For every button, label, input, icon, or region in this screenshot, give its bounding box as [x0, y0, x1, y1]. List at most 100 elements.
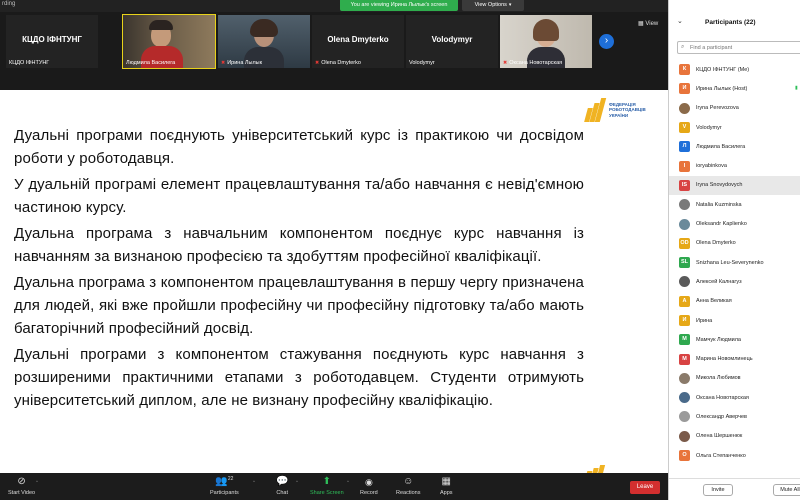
participant-avatar: И: [679, 83, 690, 95]
view-toggle[interactable]: ▦ View: [638, 20, 658, 27]
share-screen-button[interactable]: ⬆ Share Screen: [310, 476, 344, 496]
meeting-toolbar: ⊘ Start Video ^ 👥22 Participants ^ 💬 Chat ^…: [0, 473, 668, 500]
participant-name: ioryabinkova: [696, 163, 727, 170]
participant-name: Olena Dmyterko: [696, 240, 736, 247]
participant-row[interactable]: Оксана Новотарская: [669, 388, 800, 407]
video-tile[interactable]: ✖ Оксана Новотарская: [500, 15, 592, 68]
participant-name: Анна Великая: [696, 298, 732, 305]
slide-paragraph: Дуальні програми з компонентом стажуванн…: [14, 346, 584, 409]
chat-options-caret[interactable]: ^: [296, 479, 298, 484]
chat-button[interactable]: 💬 Chat: [276, 476, 288, 496]
participant-avatar: SL: [679, 257, 690, 269]
muted-mic-icon: ✖: [221, 60, 226, 66]
federation-logo-mark: [584, 98, 607, 122]
participant-name: Микола Любимов: [696, 375, 741, 382]
participant-name: Людмила Василега: [696, 143, 746, 150]
participant-row[interactable]: Алексей Калнагуз: [669, 272, 800, 291]
tile-display-name: Olena Dmyterko: [327, 35, 389, 44]
start-video-button[interactable]: ⊘ Start Video: [8, 476, 35, 496]
participant-search-box[interactable]: ⌕: [677, 41, 800, 54]
participant-row[interactable]: И Ирина: [669, 311, 800, 330]
chevron-down-icon: ▾: [508, 2, 512, 8]
gallery-next-page-button[interactable]: ›: [599, 34, 614, 49]
participant-name: Snizhana Leu-Severynenko: [696, 259, 764, 266]
view-options-label: View Options: [474, 2, 507, 8]
participant-row[interactable]: IS Iryna Snovydovych: [669, 175, 800, 196]
participant-name: Олександр Аверчев: [696, 413, 747, 420]
record-button[interactable]: ◉ Record: [360, 476, 378, 496]
participant-name: Олена Шершенюк: [696, 433, 743, 440]
participant-avatar-photo: [679, 102, 690, 114]
video-tile[interactable]: КЦДО ІФНТУНГ КЦДО ІФНТУНГ: [6, 15, 98, 68]
slide-paragraph: Дуальна програма з компонентом працевлаш…: [14, 274, 584, 337]
participant-row[interactable]: Л Людмила Василега: [669, 137, 800, 156]
tile-name-label: ✖ Ирина Лылык: [221, 60, 262, 66]
participant-avatar: К: [679, 64, 690, 76]
participant-search-input[interactable]: [690, 43, 800, 53]
participant-avatar: Л: [679, 141, 690, 153]
top-bar: rding You are viewing Ирина Лылык's scre…: [0, 0, 668, 12]
participant-row[interactable]: Oleksandr Kaplienko: [669, 214, 800, 233]
person-hair: [250, 19, 278, 37]
participant-row[interactable]: М Мамчук Людмила: [669, 330, 800, 349]
participant-avatar-photo: [679, 392, 690, 404]
participant-avatar: О: [679, 450, 690, 462]
collapse-panel-icon[interactable]: ⌄: [677, 17, 683, 25]
video-tile-active-speaker[interactable]: Людмила Василега: [122, 14, 216, 69]
participant-row[interactable]: О Ольга Степанченко: [669, 446, 800, 465]
leave-button[interactable]: Leave: [630, 481, 660, 494]
video-tile[interactable]: ✖ Ирина Лылык: [218, 15, 310, 68]
participant-avatar: OD: [679, 237, 690, 249]
video-options-caret[interactable]: ^: [36, 479, 38, 484]
participant-name: Алексей Калнагуз: [696, 278, 742, 285]
tile-name-label: Volodymyr: [409, 60, 435, 66]
participant-name: Iryna Perevozova: [696, 105, 739, 112]
participant-row[interactable]: Микола Любимов: [669, 369, 800, 388]
participant-row[interactable]: SL Snizhana Leu-Severynenko: [669, 253, 800, 272]
video-tile[interactable]: Olena Dmyterko ✖ Olena Dmyterko: [312, 15, 404, 68]
share-top-gap: [0, 72, 668, 90]
participant-name: КЦДО ІФНТУНГ (Me): [696, 66, 750, 73]
slide-paragraph: Дуальні програми поєднують університетсь…: [14, 127, 584, 167]
reactions-button[interactable]: ☺ Reactions: [396, 476, 420, 496]
participants-icon: 👥22: [215, 476, 234, 487]
tile-name-label: КЦДО ІФНТУНГ: [9, 60, 49, 66]
participant-row[interactable]: Iioryabinkova: [669, 156, 800, 175]
share-screen-icon: ⬆: [322, 476, 332, 487]
participant-row[interactable]: М Марина Новомлинець: [669, 349, 800, 368]
share-options-caret[interactable]: ^: [347, 479, 349, 484]
tile-name-text: Людмила Василега: [126, 60, 176, 66]
tile-name-label: ✖ Olena Dmyterko: [315, 60, 361, 66]
muted-mic-icon: ✖: [503, 60, 508, 66]
start-video-label: Start Video: [8, 490, 36, 496]
participant-avatar-photo: [679, 199, 690, 211]
participant-avatar: V: [679, 122, 690, 134]
shared-screen: ФЕДЕРАЦІЯ РОБОТОДАВЦІВ УКРАЇНИ Дуальні п…: [0, 90, 668, 473]
federation-logo-mark: [584, 457, 606, 473]
participant-avatar: А: [679, 295, 690, 307]
participant-row[interactable]: Олена Шершенюк: [669, 427, 800, 446]
video-tile[interactable]: Volodymyr Volodymyr: [406, 15, 498, 68]
apps-button[interactable]: ▦ Apps: [440, 476, 453, 496]
tile-name-text: Ирина Лылык: [227, 60, 263, 66]
person-hair: [533, 19, 559, 41]
view-options-button[interactable]: View Options ▾: [462, 0, 524, 11]
participant-avatar-photo: [679, 218, 690, 230]
participant-row[interactable]: А Анна Великая: [669, 292, 800, 311]
participant-row[interactable]: V Volodymyr: [669, 118, 800, 137]
participant-row[interactable]: И Ирина Лылык (Host) ▮: [669, 79, 800, 98]
participant-row[interactable]: К КЦДО ІФНТУНГ (Me): [669, 60, 800, 79]
participants-button[interactable]: 👥22 Participants: [210, 476, 239, 496]
participant-row[interactable]: Iryna Perevozova: [669, 99, 800, 118]
apps-label: Apps: [440, 490, 453, 496]
participants-options-caret[interactable]: ^: [253, 479, 255, 484]
participant-row[interactable]: Natalia Kuzminska: [669, 195, 800, 214]
slide-paragraph: У дуальній програмі елемент працевлаштув…: [14, 176, 584, 216]
mute-all-button[interactable]: Mute All: [773, 484, 800, 496]
invite-button[interactable]: Invite: [703, 484, 733, 496]
window-title: rding: [2, 1, 16, 7]
tile-name-text: КЦДО ІФНТУНГ: [9, 60, 50, 66]
participant-row[interactable]: OD Olena Dmyterko: [669, 234, 800, 253]
participant-row[interactable]: Олександр Аверчев: [669, 407, 800, 426]
zoom-meeting-window: rding You are viewing Ирина Лылык's scre…: [0, 0, 800, 500]
